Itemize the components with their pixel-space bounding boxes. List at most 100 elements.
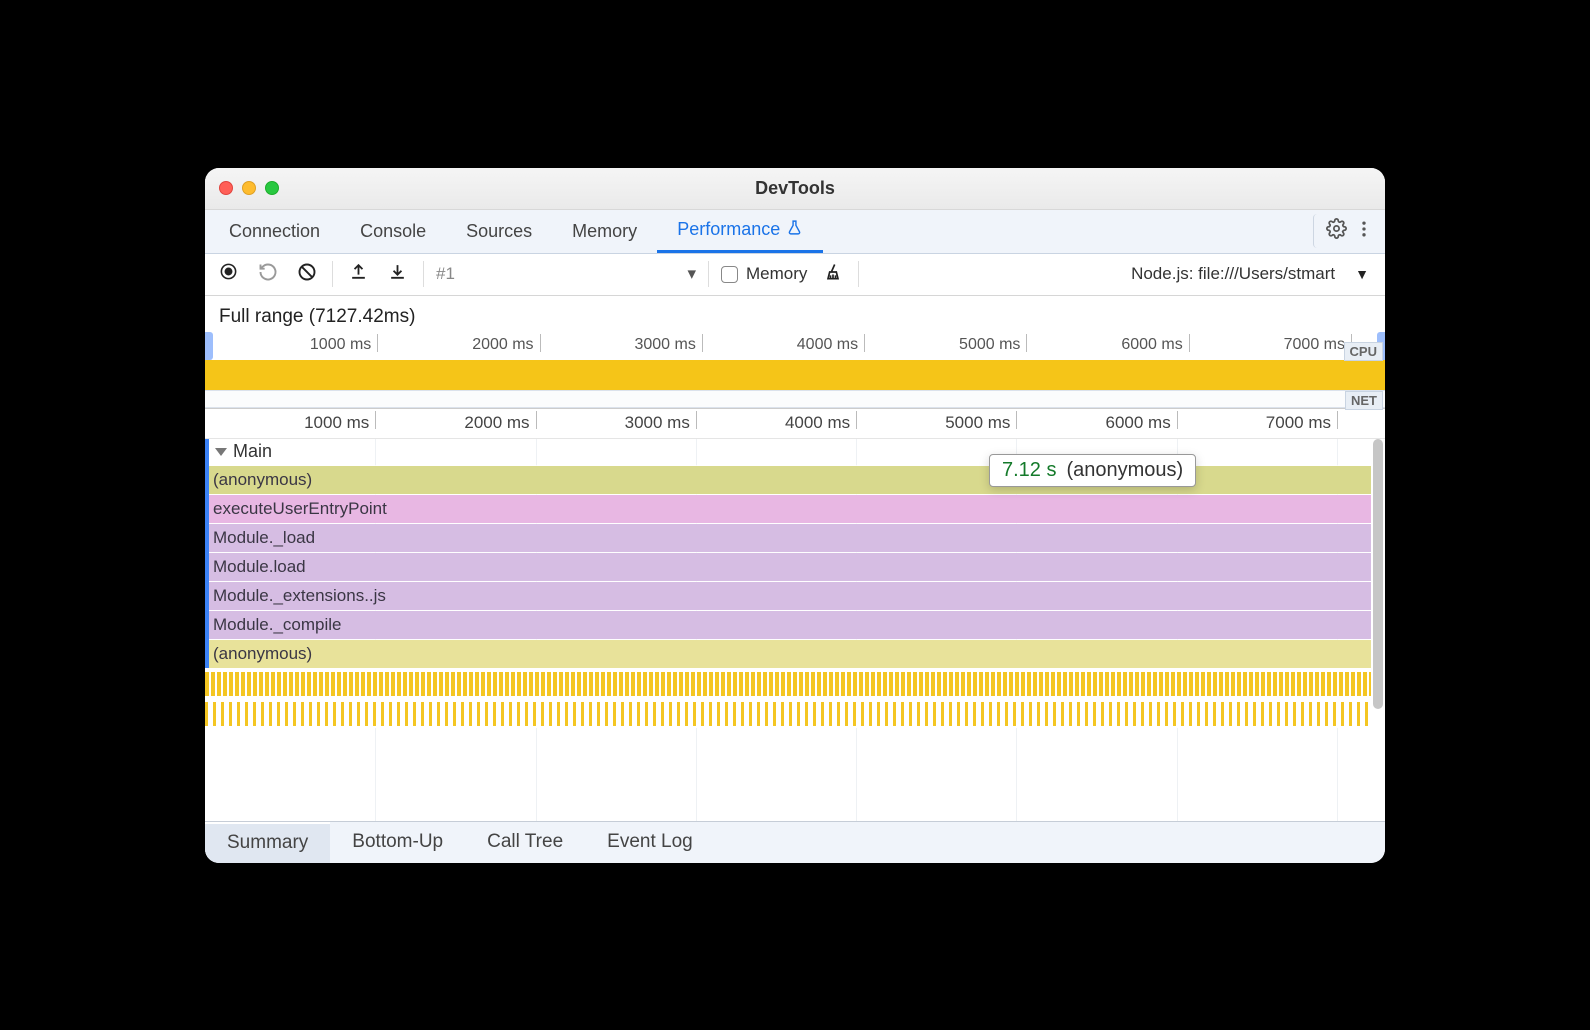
flame-bar[interactable]: (anonymous) — [209, 639, 1385, 668]
target-selector[interactable]: Node.js: file:///Users/stmart ▼ — [1131, 264, 1375, 284]
profile-selector[interactable]: #1 ▾ — [436, 264, 696, 284]
tab-event-log[interactable]: Event Log — [585, 822, 715, 863]
profile-placeholder: #1 — [436, 264, 455, 284]
flame-bar[interactable]: Module.load — [209, 552, 1385, 581]
net-label: NET — [1345, 391, 1383, 410]
flame-bar[interactable]: (anonymous) — [209, 465, 1385, 494]
record-button[interactable] — [215, 261, 242, 288]
memory-label: Memory — [746, 264, 807, 284]
tab-label: Sources — [466, 221, 532, 242]
ruler-tick-label: 2000 ms — [464, 413, 529, 433]
tab-label: Console — [360, 221, 426, 242]
ruler-tick: 5000 ms — [1025, 332, 1026, 360]
details-tab-bar: Summary Bottom-Up Call Tree Event Log — [205, 821, 1385, 863]
tab-label: Performance — [677, 219, 780, 240]
ruler-tick-label: 2000 ms — [472, 336, 533, 354]
tab-label: Summary — [227, 832, 308, 854]
memory-checkbox[interactable]: Memory — [721, 264, 807, 284]
chevron-down-icon: ▾ — [687, 264, 696, 284]
tooltip-duration: 7.12 s — [1002, 459, 1056, 482]
ruler-tick-label: 3000 ms — [625, 413, 690, 433]
track-header-main[interactable]: Main — [205, 439, 1385, 465]
flamechart-panel: 1000 ms2000 ms3000 ms4000 ms5000 ms6000 … — [205, 409, 1385, 821]
overview-ruler[interactable]: 1000 ms 2000 ms 3000 ms 4000 ms 5000 ms 6000 … — [205, 332, 1385, 360]
range-label: Full range (7127.42ms) — [205, 296, 1385, 332]
flame-bar[interactable]: Module._load — [209, 523, 1385, 552]
ruler-tick-label: 7000 ms — [1284, 336, 1345, 354]
tab-memory[interactable]: Memory — [552, 210, 657, 253]
flame-blank-row — [205, 728, 1385, 758]
upload-button[interactable] — [345, 261, 372, 288]
chevron-down-icon: ▼ — [1355, 266, 1369, 282]
ruler-tick: 3000 ms — [695, 409, 696, 438]
tab-label: Call Tree — [487, 831, 563, 853]
ruler-tick: 1000 ms — [374, 409, 375, 438]
tab-label: Connection — [229, 221, 320, 242]
ruler-tick-label: 6000 ms — [1121, 336, 1182, 354]
ruler-tick: 1000 ms — [376, 332, 377, 360]
reload-icon — [258, 262, 278, 287]
chevron-down-icon — [215, 448, 227, 456]
flame-bar-label: Module._load — [213, 528, 315, 548]
flame-bar-label: (anonymous) — [213, 470, 312, 490]
ruler-tick: 2000 ms — [539, 332, 540, 360]
flame-bar[interactable]: executeUserEntryPoint — [209, 494, 1385, 523]
ruler-tick-label: 5000 ms — [959, 336, 1020, 354]
gear-icon — [1326, 218, 1347, 244]
collect-garbage-button[interactable] — [819, 261, 846, 288]
tab-performance[interactable]: Performance — [657, 210, 823, 253]
tab-console[interactable]: Console — [340, 210, 446, 253]
tab-connection[interactable]: Connection — [209, 210, 340, 253]
flame-bar-label: Module._extensions..js — [213, 586, 386, 606]
hover-tooltip: 7.12 s (anonymous) — [989, 454, 1196, 487]
settings-button[interactable] — [1313, 214, 1347, 248]
track-name: Main — [233, 441, 272, 462]
ruler-tick: 3000 ms — [701, 332, 702, 360]
flame-noise-row[interactable] — [205, 698, 1385, 728]
cpu-label: CPU — [1344, 342, 1383, 361]
ruler-tick-label: 4000 ms — [797, 336, 858, 354]
reload-button[interactable] — [254, 261, 281, 288]
overview-panel: Full range (7127.42ms) 1000 ms 2000 ms 300… — [205, 296, 1385, 409]
ruler-tick-label: 4000 ms — [785, 413, 850, 433]
tab-bottom-up[interactable]: Bottom-Up — [330, 822, 465, 863]
target-label: Node.js: file:///Users/stmart — [1131, 264, 1335, 284]
tab-summary[interactable]: Summary — [205, 822, 330, 863]
tab-sources[interactable]: Sources — [446, 210, 552, 253]
flame-rows[interactable]: (anonymous) executeUserEntryPoint Module._… — [205, 465, 1385, 668]
flame-ruler[interactable]: 1000 ms2000 ms3000 ms4000 ms5000 ms6000 … — [205, 409, 1385, 439]
ruler-tick-label: 7000 ms — [1266, 413, 1331, 433]
performance-toolbar: #1 ▾ Memory Node.js: file:///Users/stmar… — [205, 254, 1385, 296]
titlebar: DevTools — [205, 168, 1385, 210]
record-icon — [219, 262, 238, 286]
flame-bar-label: (anonymous) — [213, 644, 312, 664]
flame-bar[interactable]: Module._extensions..js — [209, 581, 1385, 610]
tab-call-tree[interactable]: Call Tree — [465, 822, 585, 863]
flame-bar-label: Module.load — [213, 557, 306, 577]
flame-noise-row[interactable] — [205, 668, 1385, 698]
ruler-tick-label: 3000 ms — [634, 336, 695, 354]
download-icon — [388, 262, 407, 286]
more-menu-button[interactable] — [1347, 214, 1381, 248]
tab-label: Event Log — [607, 831, 693, 853]
ruler-tick: 4000 ms — [863, 332, 864, 360]
ruler-tick-label: 5000 ms — [945, 413, 1010, 433]
tab-label: Bottom-Up — [352, 831, 443, 853]
ruler-tick: 2000 ms — [535, 409, 536, 438]
ban-icon — [297, 262, 317, 287]
vertical-scrollbar[interactable] — [1373, 439, 1383, 709]
download-button[interactable] — [384, 261, 411, 288]
flask-icon — [786, 219, 803, 241]
net-overview-band[interactable]: NET — [205, 390, 1385, 408]
flame-bar-label: Module._compile — [213, 615, 342, 635]
ruler-tick-label: 1000 ms — [304, 413, 369, 433]
range-handle-left[interactable] — [205, 332, 213, 360]
flame-bar[interactable]: Module._compile — [209, 610, 1385, 639]
ruler-tick: 5000 ms — [1015, 409, 1016, 438]
tab-label: Memory — [572, 221, 637, 242]
clear-button[interactable] — [293, 261, 320, 288]
upload-icon — [349, 262, 368, 286]
checkbox-icon — [721, 266, 738, 283]
devtools-window: DevTools Connection Console Sources Memo… — [205, 168, 1385, 863]
cpu-overview-band[interactable]: CPU — [205, 360, 1385, 390]
